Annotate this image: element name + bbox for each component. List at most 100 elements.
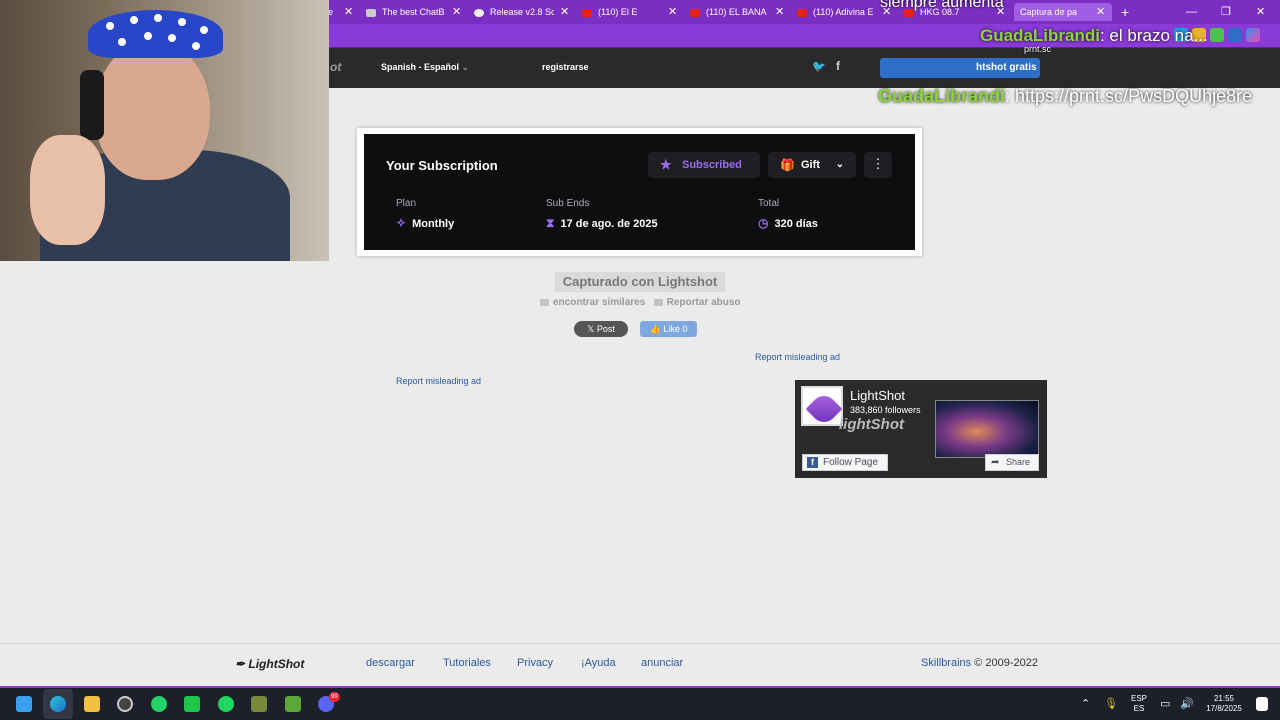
browser-tab[interactable]: Release v2.8 Sc (474, 3, 554, 21)
file-explorer-icon[interactable] (84, 696, 100, 712)
chevron-down-icon: ⌄ (835, 159, 844, 170)
chat-message: GuadaLibrandi: el brazo na... (980, 26, 1208, 45)
skillbrains-link[interactable]: Skillbrains (921, 657, 971, 669)
footer-logo[interactable]: ✒ LightShot (235, 657, 304, 671)
webcam-overlay (0, 0, 329, 261)
footer-link-advertise[interactable]: anunciar (641, 657, 683, 669)
spotify-icon[interactable] (218, 696, 234, 712)
plan-label: Plan (396, 198, 417, 209)
webcam-person-face (95, 40, 210, 180)
image-actions: encontrar similares Reportar abuso (540, 297, 741, 308)
browser-tab[interactable]: The best ChatB (366, 3, 446, 21)
minimize-button[interactable]: — (1186, 3, 1197, 21)
site-logo[interactable]: ot (330, 60, 341, 74)
footer-link-privacy[interactable]: Privacy (517, 657, 553, 669)
subscription-title: Your Subscription (386, 158, 498, 173)
close-icon[interactable]: ✕ (560, 3, 569, 21)
language-indicator[interactable]: ESP ES (1128, 694, 1150, 714)
app-icon[interactable] (184, 696, 200, 712)
share-icon: ➦ (991, 457, 1000, 468)
close-icon[interactable]: ✕ (1096, 3, 1105, 21)
sub-ends-label: Sub Ends (546, 198, 590, 209)
twitter-icon[interactable]: 🐦 (812, 60, 826, 73)
youtube-icon (582, 8, 592, 17)
flag-icon (653, 298, 663, 306)
register-link[interactable]: registrarse (542, 62, 589, 72)
github-icon (474, 8, 484, 17)
footer-link-help[interactable]: ¡Ayuda (581, 657, 616, 669)
minecraft-icon[interactable] (285, 696, 301, 712)
sparkle-icon: ✧ (396, 216, 407, 230)
cover-image (935, 400, 1039, 458)
total-label: Total (758, 198, 780, 209)
subscription-card: Your Subscription ★ Subscribed 🎁 Gift ⌄ ⋮ P… (364, 134, 915, 250)
clock-icon: ◷ (758, 216, 769, 230)
x-post-button[interactable]: 𝕏 Post (574, 321, 628, 337)
microphone-icon[interactable]: 🎙 (1104, 697, 1118, 710)
share-button[interactable]: ➦ Share (985, 454, 1039, 471)
search-icon (540, 298, 549, 306)
clock[interactable]: 21:55 17/8/2025 (1198, 694, 1250, 714)
copilot-icon[interactable] (1246, 28, 1260, 42)
more-options-button[interactable]: ⋮ (864, 152, 892, 178)
find-similar-link[interactable]: encontrar similares (553, 297, 645, 308)
edge-icon[interactable] (50, 696, 66, 712)
facebook-page-widget: LightShot 383,860 followers lightShot fF… (795, 380, 1047, 478)
language-select[interactable]: Spanish - Español ⌄ (381, 62, 469, 73)
report-ad-link[interactable]: Report misleading ad (396, 376, 481, 386)
subscribed-button[interactable]: ★ Subscribed (648, 152, 760, 178)
close-icon[interactable]: ✕ (452, 3, 461, 21)
chat-message: GuadaLibrandi: https://prnt.sc/PwsDQUhje… (878, 86, 1253, 106)
footer-link-tutorials[interactable]: Tutoriales (443, 657, 491, 669)
download-button[interactable]: htshot gratis (880, 58, 1040, 78)
facebook-icon: f (807, 457, 818, 468)
facebook-icon[interactable]: f (836, 59, 840, 73)
restore-button[interactable]: ❐ (1221, 3, 1231, 21)
gift-icon: 🎁 (780, 158, 795, 172)
star-icon: ★ (660, 157, 672, 172)
report-abuse-link[interactable]: Reportar abuso (667, 297, 741, 308)
hourglass-icon: ⧗ (546, 216, 555, 230)
webcam-person-hand (30, 135, 105, 245)
brand-watermark: lightShot (839, 416, 904, 433)
app-icon[interactable] (251, 696, 267, 712)
youtube-icon (690, 8, 700, 17)
chevron-up-icon[interactable]: ⌃ (1081, 697, 1090, 710)
browser-tab[interactable]: (110) Adivina E (797, 3, 875, 21)
notification-badge: 99 (329, 692, 340, 702)
browser-tab[interactable]: (110) El E (582, 3, 662, 21)
footer-divider (0, 643, 1280, 644)
stream-caption: siempre aumenta (880, 0, 1004, 11)
obs-icon[interactable] (117, 696, 133, 712)
close-icon[interactable]: ✕ (775, 3, 784, 21)
page-avatar[interactable] (801, 386, 843, 428)
browser-tab[interactable]: (110) EL BANA (690, 3, 770, 21)
extension-icon[interactable] (1210, 28, 1224, 42)
chat-small-text: prnt.sc (1024, 44, 1052, 54)
whatsapp-icon[interactable] (151, 696, 167, 712)
screenshot-frame: Your Subscription ★ Subscribed 🎁 Gift ⌄ ⋮ P… (357, 128, 922, 256)
sub-ends-value: ⧗ 17 de ago. de 2025 (546, 216, 658, 230)
network-icon[interactable]: ▭ (1160, 697, 1170, 710)
total-value: ◷ 320 días (758, 216, 818, 230)
facebook-like-button[interactable]: 👍 Like 0 (640, 321, 697, 337)
extension-icon[interactable] (1228, 28, 1242, 42)
notifications-icon[interactable] (1256, 697, 1268, 711)
followers-count: 383,860 followers (850, 405, 921, 415)
page-name[interactable]: LightShot (850, 388, 905, 403)
report-ad-link[interactable]: Report misleading ad (755, 352, 840, 362)
plan-value: ✧ Monthly (396, 216, 455, 230)
gift-button[interactable]: 🎁 Gift ⌄ (768, 152, 856, 178)
close-icon[interactable]: ✕ (668, 3, 677, 21)
chatbot-icon (366, 8, 376, 17)
new-tab-button[interactable]: + (1121, 3, 1129, 21)
windows-start-icon[interactable] (16, 696, 32, 712)
close-icon[interactable]: ✕ (344, 3, 353, 21)
footer-link-download[interactable]: descargar (366, 657, 415, 669)
taskbar: 99 ⌃ 🎙 ESP ES ▭ 🔊 21:55 17/8/2025 (0, 688, 1280, 720)
window-close-button[interactable]: ✕ (1256, 3, 1265, 21)
follow-page-button[interactable]: f Follow Page (802, 454, 888, 471)
youtube-icon (797, 8, 807, 17)
webcam-person-bandana (88, 10, 223, 58)
volume-icon[interactable]: 🔊 (1180, 697, 1194, 710)
